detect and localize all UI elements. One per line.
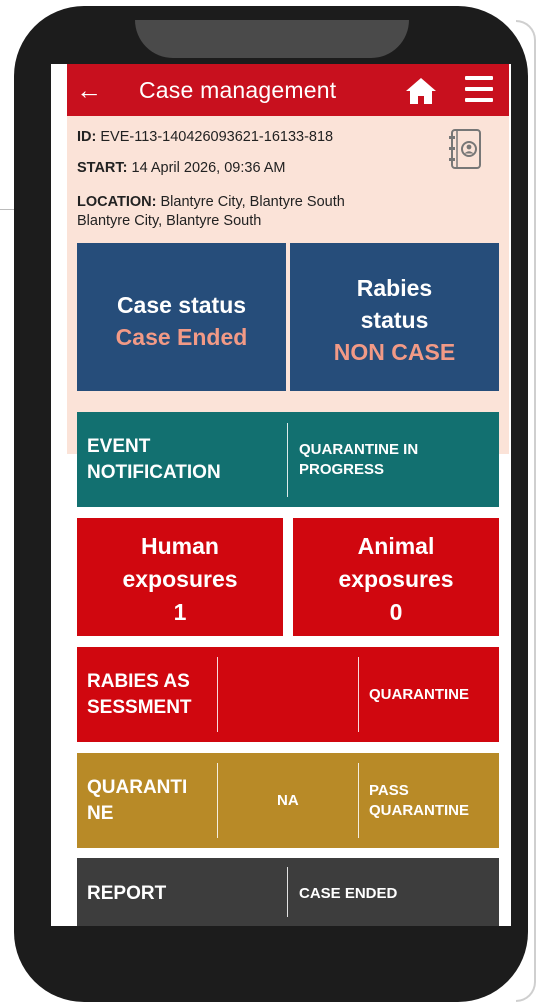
divider [358,763,359,838]
rabies-assessment-label-2: SESSMENT [87,697,192,718]
human-exposures-title-1: Human [141,533,219,559]
case-status-tile[interactable]: Case status Case Ended [77,243,286,391]
case-start-value: 14 April 2026, 09:36 AM [131,160,286,176]
quarantine-value-2: QUARANTINE [369,802,469,819]
event-notification-label-2: NOTIFICATION [87,462,221,483]
animal-exposures-tile[interactable]: Animal exposures 0 [293,518,499,636]
rabies-assessment-row[interactable]: RABIES AS SESSMENT QUARANTINE [77,647,499,742]
animal-exposures-title-2: exposures [338,566,454,592]
report-value: CASE ENDED [299,885,398,902]
divider [217,763,218,838]
back-arrow-icon[interactable]: ← [67,64,111,116]
animal-exposures-title-1: Animal [357,533,435,559]
hamburger-menu-icon[interactable] [465,76,493,102]
case-id: ID: EVE-113-140426093621-16133-818 [77,129,333,145]
quarantine-middle-value: NA [277,792,299,809]
quarantine-label-1: QUARANTI [87,777,188,798]
contact-book-icon[interactable] [447,128,483,170]
human-exposures-title-2: exposures [122,566,238,592]
quarantine-label-2: NE [87,803,114,824]
home-icon[interactable] [405,77,437,105]
case-location: LOCATION: Blantyre City, Blantyre South [77,194,345,210]
case-status-title: Case status [116,292,247,318]
case-location-value: Blantyre City, Blantyre South [160,194,345,210]
rabies-assessment-label-1: RABIES AS [87,671,190,692]
rabies-status-tile[interactable]: Rabies status NON CASE [290,243,499,391]
event-notification-label-1: EVENT [87,436,151,457]
rabies-status-title-2: status [360,307,429,333]
case-id-label: ID: [77,129,97,145]
phone-edge [516,20,536,1002]
phone-frame: ← Case management ID: EVE-113-1404260936… [14,6,536,1002]
quarantine-value-1: PASS [369,782,409,799]
divider [358,657,359,732]
case-location-line-2: Blantyre City, Blantyre South [77,213,262,229]
app-header: ← Case management [67,64,509,116]
case-start: START: 14 April 2026, 09:36 AM [77,160,286,176]
report-label: REPORT [87,883,167,904]
event-notification-value-2: PROGRESS [299,461,385,478]
divider [217,657,218,732]
human-exposures-count: 1 [173,599,187,625]
page-title: Case management [139,76,337,103]
case-status-value: Case Ended [115,324,248,350]
case-id-value: EVE-113-140426093621-16133-818 [100,129,334,145]
case-start-label: START: [77,160,128,176]
rabies-status-title-1: Rabies [356,275,433,301]
rabies-status-value: NON CASE [333,339,456,365]
divider [287,867,288,917]
event-notification-row[interactable]: EVENT NOTIFICATION QUARANTINE IN PROGRES… [77,412,499,507]
event-notification-value-1: QUARANTINE IN [299,441,419,458]
report-row[interactable]: REPORT CASE ENDED [77,858,499,926]
app-screen: ← Case management ID: EVE-113-1404260936… [51,64,511,926]
case-location-label: LOCATION: [77,194,157,210]
human-exposures-tile[interactable]: Human exposures 1 [77,518,283,636]
animal-exposures-count: 0 [389,599,403,625]
divider [287,423,288,497]
case-info-panel: ID: EVE-113-140426093621-16133-818 START… [67,116,509,454]
rabies-assessment-value: QUARANTINE [369,686,469,703]
quarantine-row[interactable]: QUARANTI NE NA PASS QUARANTINE [77,753,499,848]
phone-notch [135,20,409,58]
